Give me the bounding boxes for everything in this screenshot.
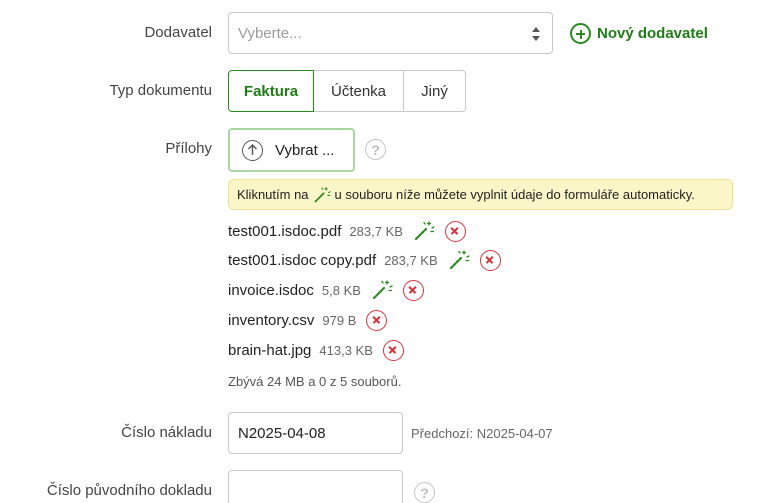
supplier-label: Dodavatel (144, 24, 212, 41)
magic-wand-icon[interactable] (371, 279, 393, 301)
previous-expense-number: Předchozí: N2025-04-07 (411, 426, 553, 441)
original-doc-number-label: Číslo původního dokladu (46, 482, 212, 499)
expense-number-label: Číslo nákladu (121, 424, 212, 441)
hint-text-before: Kliknutím na (237, 187, 309, 202)
magic-wand-icon[interactable] (448, 249, 470, 271)
supplier-select-placeholder: Vyberte... (238, 25, 302, 42)
file-name: inventory.csv (228, 311, 315, 329)
remove-file-icon[interactable] (366, 309, 388, 331)
doc-type-option-faktura[interactable]: Faktura (228, 70, 314, 112)
doc-type-segmented-control: Faktura Účtenka Jiný (228, 70, 466, 112)
file-size: 979 B (322, 312, 357, 328)
hint-text-after: u souboru níže můžete vyplnit údaje do f… (334, 187, 695, 202)
select-caret-icon (532, 27, 540, 41)
attachment-file-item: invoice.isdoc 5,8 KB (228, 279, 424, 301)
doc-type-option-jiny[interactable]: Jiný (403, 70, 466, 112)
original-doc-help-icon[interactable]: ? (414, 482, 435, 503)
autofill-hint-banner: Kliknutím na u souboru níže můžete vypln… (228, 179, 733, 210)
file-name: invoice.isdoc (228, 281, 314, 299)
plus-circle-icon (570, 22, 591, 44)
attachment-file-item: test001.isdoc.pdf 283,7 KB (228, 220, 466, 242)
file-size: 283,7 KB (384, 252, 438, 268)
supplier-select[interactable]: Vyberte... (228, 12, 553, 54)
remove-file-icon[interactable] (382, 339, 404, 361)
attachments-help-icon[interactable]: ? (365, 139, 386, 160)
attachment-file-item: inventory.csv 979 B (228, 309, 388, 331)
doc-type-option-uctenka[interactable]: Účtenka (313, 70, 404, 112)
attachment-file-item: test001.isdoc copy.pdf 283,7 KB (228, 249, 501, 271)
remove-file-icon[interactable] (444, 220, 466, 242)
file-size: 413,3 KB (319, 342, 373, 358)
file-name: brain-hat.jpg (228, 341, 312, 359)
magic-wand-icon[interactable] (413, 220, 435, 242)
upload-button-label: Vybrat ... (275, 141, 335, 159)
new-supplier-button[interactable]: Nový dodavatel (570, 22, 708, 44)
file-size: 283,7 KB (349, 223, 403, 239)
file-name: test001.isdoc.pdf (228, 222, 342, 240)
file-name: test001.isdoc copy.pdf (228, 251, 377, 269)
upload-button[interactable]: Vybrat ... (228, 128, 355, 172)
remove-file-icon[interactable] (479, 249, 501, 271)
attachments-label: Přílohy (165, 140, 212, 157)
file-size: 5,8 KB (321, 282, 361, 298)
original-doc-number-input[interactable] (228, 470, 403, 503)
remove-file-icon[interactable] (402, 279, 424, 301)
expense-number-input[interactable] (228, 412, 403, 454)
doc-type-label: Typ dokumentu (109, 82, 212, 99)
new-supplier-label: Nový dodavatel (597, 24, 708, 42)
attachment-file-item: brain-hat.jpg 413,3 KB (228, 339, 404, 361)
magic-wand-icon (314, 186, 331, 202)
upload-arrow-icon (242, 139, 263, 161)
remaining-quota-text: Zbývá 24 MB a 0 z 5 souborů. (228, 374, 402, 389)
